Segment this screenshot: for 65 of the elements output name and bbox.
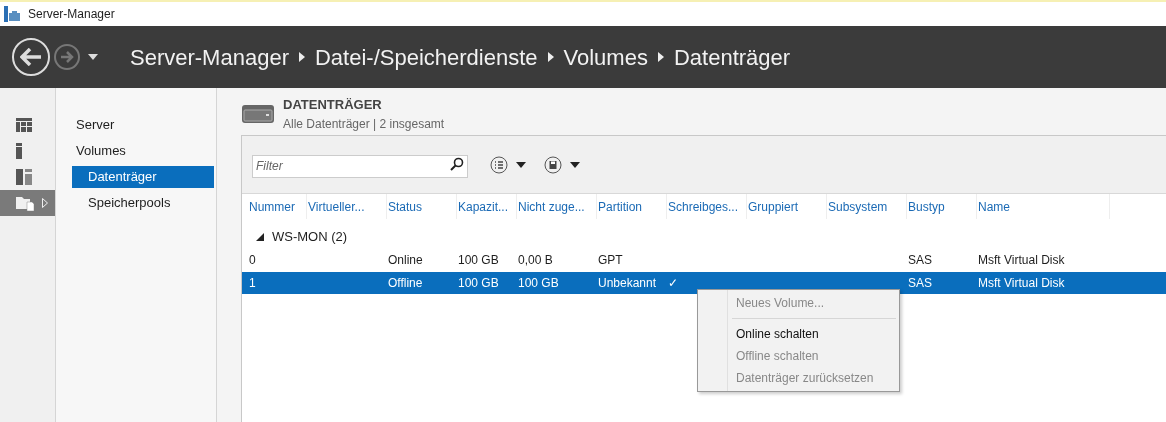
nav-item[interactable]: Datenträger [72,166,214,188]
collapse-icon[interactable] [256,233,264,241]
forward-arrow-icon [60,51,74,63]
view-options-button[interactable] [490,155,526,174]
table-cell: Msft Virtual Disk [978,276,1065,290]
table-cell: 0 [249,253,256,267]
table-row[interactable]: 1 Offline 100 GB 100 GB Unbekannt ✓ SAS Msft Virtual Disk [242,272,1166,294]
column-header[interactable]: Partition [597,194,667,219]
breadcrumb-item[interactable]: Datei-/Speicherdienste [314,40,538,74]
table-cell: Offline [388,276,423,290]
nav-item[interactable]: Server [72,114,214,136]
breadcrumb-item[interactable]: Volumes [563,40,648,74]
column-header[interactable]: Status [387,194,457,219]
table-cell: Online [388,253,423,267]
back-arrow-icon [20,48,42,66]
nav-item[interactable]: Volumes [72,140,214,162]
column-header[interactable]: Name [977,194,1110,219]
nav-item[interactable]: Speicherpools [72,192,214,214]
column-header[interactable]: Virtueller... [307,194,387,219]
table-cell: SAS [908,253,932,267]
table-cell: 0,00 B [518,253,553,267]
column-header[interactable]: Nummer [248,194,307,219]
table-row[interactable]: 0 Online 100 GB 0,00 B GPT SAS Msft Virtual Disk [242,249,1166,271]
save-icon [544,155,562,174]
table-cell: Msft Virtual Disk [978,253,1065,267]
group-label[interactable]: WS-MON (2) [272,227,348,247]
table-cell: Unbekannt [598,276,657,290]
table-cell: 100 GB [458,253,499,267]
column-header[interactable]: Gruppiert [747,194,827,219]
column-header[interactable]: Subsystem [827,194,907,219]
window-title: Server-Manager [28,6,115,23]
breadcrumb-separator-icon [547,52,554,62]
breadcrumb-item[interactable]: Datenträger [673,40,791,74]
column-header[interactable]: Schreibges... [667,194,747,219]
table-cell: 100 GB [458,276,499,290]
forward-button[interactable] [54,44,80,70]
breadcrumb-separator-icon [298,52,305,62]
breadcrumb-item[interactable]: Server-Manager [130,40,289,74]
caret-icon [516,161,526,168]
table-cell: GPT [598,253,623,267]
filter-field[interactable]: Filter [252,154,468,178]
roles-icon[interactable] [16,169,32,185]
history-caret-icon[interactable] [88,54,98,60]
app-icon [4,6,20,22]
list-icon [490,155,508,174]
table-cell: 1 [249,276,256,290]
caret-icon [570,161,580,168]
table-cell: SAS [908,276,932,290]
menu-item[interactable]: Online schalten [698,323,896,345]
server-icon[interactable] [16,143,22,159]
table-cell: ✓ [668,276,678,290]
folder-icon[interactable] [16,195,34,211]
section-title: DATENTRÄGER [283,96,383,115]
column-header[interactable]: Kapazit... [457,194,517,219]
dashboard-icon[interactable] [16,118,32,132]
save-options-button[interactable] [544,155,580,174]
expand-caret-icon [42,198,48,208]
breadcrumb-separator-icon [657,52,664,62]
search-icon[interactable] [450,157,464,171]
section-subtitle: Alle Datenträger | 2 insgesamt [283,115,445,133]
column-header[interactable]: Nicht zuge... [517,194,597,219]
table-cell: 100 GB [518,276,559,290]
back-button[interactable] [12,38,50,76]
rail-item[interactable] [0,190,55,216]
column-header[interactable]: Bustyp [907,194,977,219]
